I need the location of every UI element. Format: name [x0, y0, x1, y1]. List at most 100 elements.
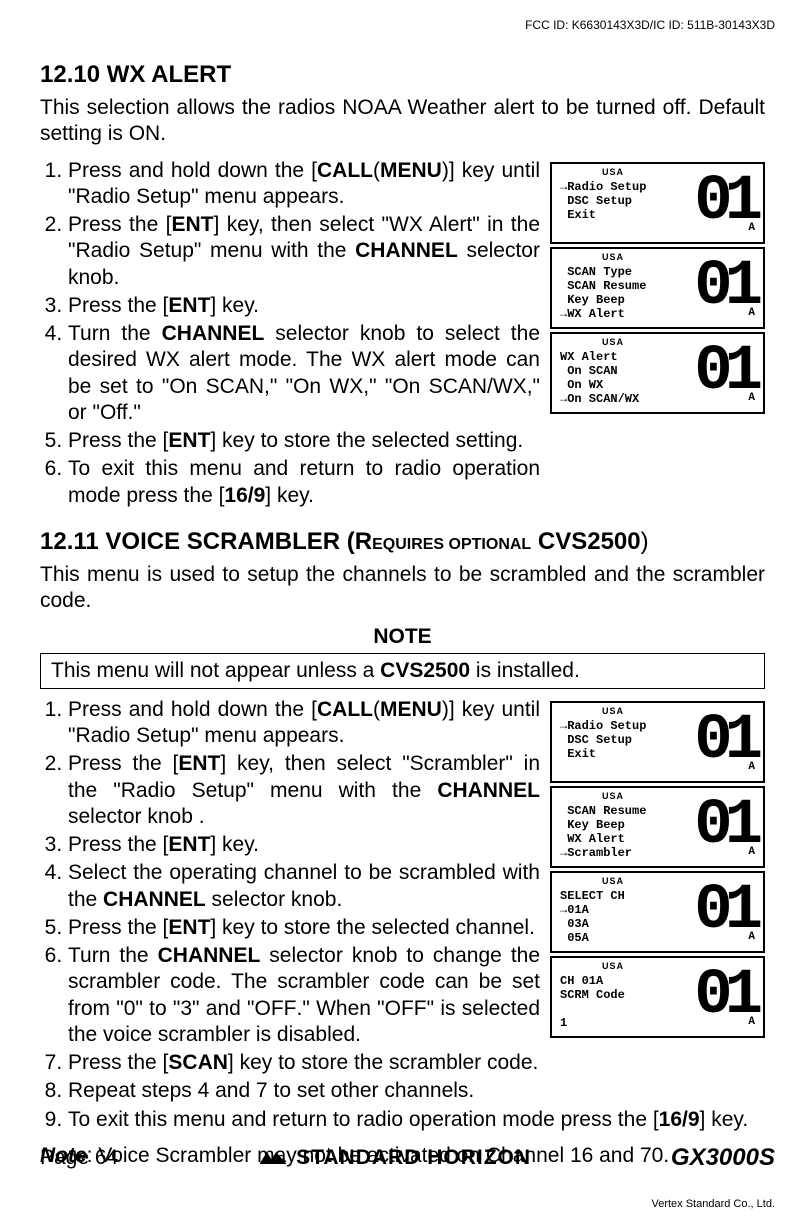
text: ( [373, 159, 380, 182]
text: This menu will not appear unless a [51, 659, 380, 682]
opt-on-scan: On SCAN [169, 375, 264, 398]
key-ent: ENT [168, 916, 210, 939]
text: " menu with the [194, 239, 355, 262]
key-16-9: 16/9 [224, 484, 265, 507]
text: " and " [192, 997, 254, 1020]
page-footer: Page 64 STANDARD HORIZON GX3000S [40, 1144, 775, 1172]
lcd-channel: 01 [694, 255, 755, 319]
lcd-usa: USA [602, 876, 624, 887]
key-channel: CHANNEL [355, 239, 458, 262]
text: Press the [ [68, 294, 168, 317]
lcd-wx-1: USA →Radio Setup DSC Setup Exit 01 A [550, 162, 765, 244]
text: ] key. [210, 833, 259, 856]
text: Press the [ [68, 833, 168, 856]
key-ent: ENT [168, 833, 210, 856]
lcd-lines: SCAN Resume Key Beep WX Alert →Scrambler [560, 804, 646, 860]
text: Press the [ [68, 916, 168, 939]
lcd-suffix: A [748, 307, 755, 321]
wx-step-1: Press and hold down the [CALL(MENU)] key… [68, 158, 540, 211]
opt-off: Off [100, 401, 128, 424]
text: Press the [ [68, 752, 178, 775]
wx-step-2: Press the [ENT] key, then select "WX Ale… [68, 212, 540, 291]
section-12-10-heading: 12.10 WX ALERT [40, 60, 765, 90]
key-16-9: 16/9 [659, 1108, 700, 1131]
lcd-suffix: A [748, 392, 755, 406]
vs-intro: This menu is used to setup the channels … [40, 562, 765, 615]
lcd-lines: SELECT CH →01A 03A 05A [560, 889, 625, 945]
lcd-usa: USA [602, 961, 624, 972]
key-menu: MENU [380, 159, 442, 182]
text: ( [373, 698, 380, 721]
text: Press and hold down the [ [68, 159, 317, 182]
key-channel: CHANNEL [158, 944, 261, 967]
lcd-lines: →Radio Setup DSC Setup Exit [560, 719, 646, 761]
vs-step-1: Press and hold down the [CALL(MENU)] key… [68, 697, 540, 750]
key-menu: MENU [380, 698, 442, 721]
page-content: 12.10 WX ALERT This selection allows the… [0, 0, 805, 1169]
lcd-vs-4: USA CH 01A SCRM Code 1 01 A [550, 956, 765, 1038]
lcd-wx-2: USA SCAN Type SCAN Resume Key Beep →WX A… [550, 247, 765, 329]
text: ] key, then select " [213, 213, 389, 236]
wx-step-6: To exit this menu and return to radio op… [68, 456, 540, 509]
key-ent: ENT [178, 752, 220, 775]
copyright: Vertex Standard Co., Ltd. [651, 1198, 775, 1210]
opt-3: 3 [180, 997, 192, 1020]
vs-step-7: Press the [SCAN] key to store the scramb… [68, 1050, 540, 1076]
lcd-usa: USA [602, 167, 624, 178]
vs-step-5: Press the [ENT] key to store the selecte… [68, 915, 540, 941]
vs-step-9: To exit this menu and return to radio op… [68, 1107, 765, 1133]
cvs2500: CVS2500 [380, 659, 470, 682]
text: ] key. [700, 1108, 749, 1131]
wx-lcd-stack: USA →Radio Setup DSC Setup Exit 01 A USA… [550, 162, 765, 414]
key-ent: ENT [171, 213, 213, 236]
wx-step-5: Press the [ENT] key to store the selecte… [68, 428, 540, 454]
text: ] key, then select " [220, 752, 409, 775]
smallcaps: EQUIRES OPTIONAL [372, 536, 531, 553]
lcd-channel: 01 [694, 879, 755, 943]
lcd-usa: USA [602, 706, 624, 717]
section-12-11-heading: 12.11 VOICE SCRAMBLER (REQUIRES OPTIONAL… [40, 527, 765, 557]
fcc-id: FCC ID: K6630143X3D/IC ID: 511B-30143X3D [525, 18, 775, 32]
note-box: This menu will not appear unless a CVS25… [40, 653, 765, 689]
text: " menu appears. [191, 185, 344, 208]
key-channel: CHANNEL [162, 322, 265, 345]
text: ] key. [210, 294, 259, 317]
lcd-lines: CH 01A SCRM Code 1 [560, 974, 625, 1030]
text: Turn the [68, 322, 162, 345]
menu-wx-alert: WX Alert [389, 213, 472, 236]
lcd-channel: 01 [694, 709, 755, 773]
lcd-suffix: A [748, 761, 755, 775]
wx-step-4: Turn the CHANNEL selector knob to select… [68, 321, 540, 426]
key-scan: SCAN [168, 1051, 228, 1074]
lcd-wx-3: USA WX Alert On SCAN On WX →On SCAN/WX 0… [550, 332, 765, 414]
vs-steps-cont: To exit this menu and return to radio op… [40, 1107, 765, 1133]
vs-step-3: Press the [ENT] key. [68, 832, 540, 858]
text: ] key to store the scrambler code. [228, 1051, 538, 1074]
vs-step-2: Press the [ENT] key, then select "Scramb… [68, 751, 540, 830]
text: Press the [ [68, 429, 168, 452]
lcd-vs-1: USA →Radio Setup DSC Setup Exit 01 A [550, 701, 765, 783]
vs-step-8: Repeat steps 4 and 7 to set other channe… [68, 1078, 540, 1104]
key-channel: CHANNEL [103, 888, 206, 911]
vs-step-4: Select the operating channel to be scram… [68, 860, 540, 913]
key-channel: CHANNEL [437, 779, 540, 802]
menu-radio-setup: Radio Setup [75, 239, 193, 262]
vs-lcd-stack: USA →Radio Setup DSC Setup Exit 01 A USA… [550, 701, 765, 1038]
text: ) [641, 528, 649, 555]
menu-scrambler: Scrambler [410, 752, 506, 775]
model-number: GX3000S [671, 1144, 775, 1172]
lcd-usa: USA [602, 791, 624, 802]
lcd-channel: 01 [694, 964, 755, 1028]
text: ," " [264, 375, 293, 398]
key-call: CALL [317, 159, 373, 182]
brand-logo: STANDARD HORIZON [258, 1146, 531, 1170]
text: Press the [ [68, 1051, 168, 1074]
text: selector knob . [68, 805, 205, 828]
text: ] key to store the selected setting. [210, 429, 523, 452]
lcd-suffix: A [748, 222, 755, 236]
lcd-lines: WX Alert On SCAN On WX →On SCAN/WX [560, 350, 639, 406]
text: selector knob. [206, 888, 343, 911]
key-ent: ENT [168, 429, 210, 452]
text: " to " [135, 997, 180, 1020]
text: ] key to store the selected channel. [210, 916, 535, 939]
